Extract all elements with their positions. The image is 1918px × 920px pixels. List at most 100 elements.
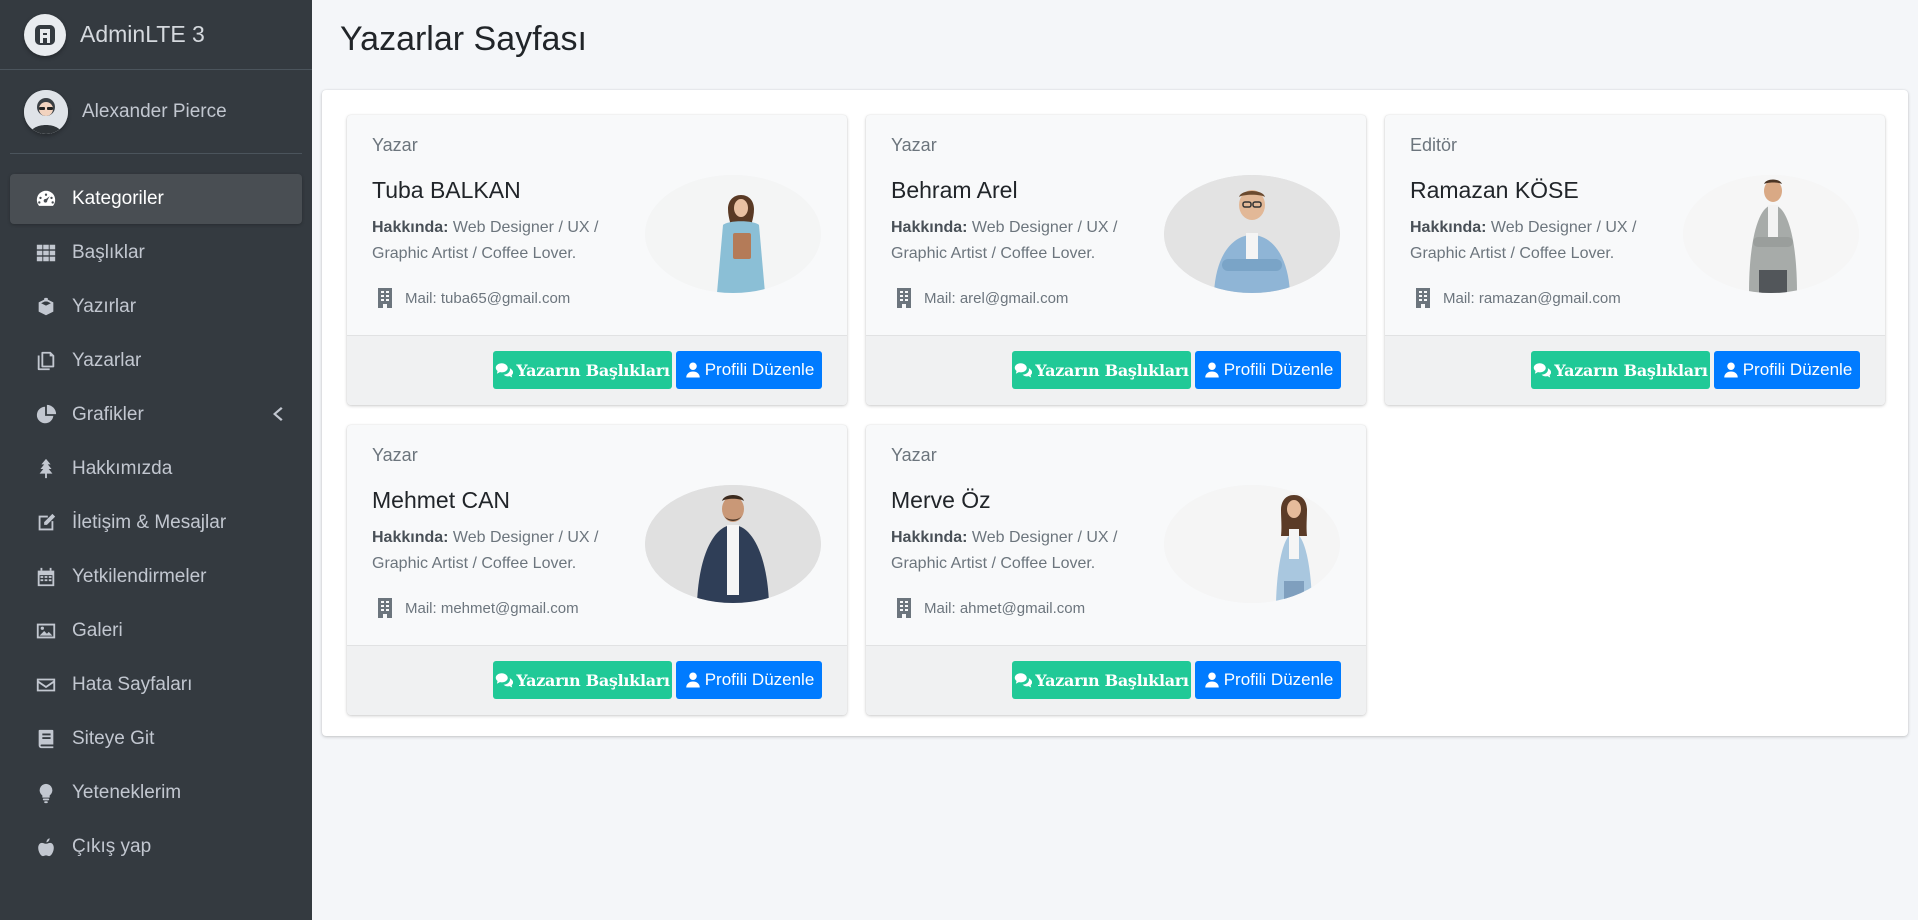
author-about: Hakkında: Web Designer / UX / Graphic Ar… [372,525,622,577]
book-icon [34,727,58,751]
about-label: Hakkında: [891,529,968,546]
sidebar-item-grafikler[interactable]: Grafikler [10,390,302,440]
comments-icon [1015,673,1033,688]
tree-icon [34,457,58,481]
copy-icon [34,349,58,373]
sidebar-item-label: Çıkış yap [72,836,152,857]
author-titles-button[interactable]: Yazarın Başlıkları [1012,351,1191,389]
author-titles-button[interactable]: Yazarın Başlıkları [493,661,672,699]
comments-icon [1534,363,1552,378]
user-icon [1723,362,1738,378]
sidebar-item-label: Galeri [72,620,123,641]
edit-profile-button[interactable]: Profili Düzenle [1195,661,1341,699]
brand-logo-icon [24,13,66,56]
author-photo [645,485,821,603]
edit-profile-button[interactable]: Profili Düzenle [1714,351,1860,389]
sidebar-item-siteye-git[interactable]: Siteye Git [10,714,302,764]
author-mail-text: Mail: arel@gmail.com [924,289,1069,307]
about-label: Hakkında: [372,529,449,546]
user-icon [685,672,700,688]
building-icon [377,597,393,619]
author-about: Hakkında: Web Designer / UX / Graphic Ar… [891,215,1141,267]
author-mail: Mail: ahmet@gmail.com [891,597,1085,619]
author-role: Editör [1410,135,1458,155]
author-mail: Mail: arel@gmail.com [891,287,1068,309]
author-mail-text: Mail: ramazan@gmail.com [1443,289,1621,307]
main-sidebar: AdminLTE 3 Alexander Pierce Kategoriler … [0,0,312,920]
sidebar-item-hakkimizda[interactable]: Hakkımızda [10,444,302,494]
sidebar-item-yetkilendirmeler[interactable]: Yetkilendirmeler [10,552,302,602]
card-footer: Yazarın Başlıkları Profili Düzenle [1385,335,1885,405]
edit-icon [34,511,58,535]
sidebar-item-yazarlar[interactable]: Yazarlar [10,336,302,386]
chevron-left-icon[interactable] [270,405,284,429]
building-icon [896,287,912,309]
author-name: Behram Arel [891,177,1018,203]
author-role: Yazar [372,135,418,155]
sidebar-item-label: Hata Sayfaları [72,674,193,695]
sidebar-item-cikis-yap[interactable]: Çıkış yap [10,822,302,872]
sidebar-item-hata-sayfalari[interactable]: Hata Sayfaları [10,660,302,710]
sidebar-item-label: Yazırlar [72,296,137,317]
author-photo [1164,485,1340,603]
author-mail-text: Mail: tuba65@gmail.com [405,289,571,307]
sidebar-item-yazirlar[interactable]: Yazırlar [10,282,302,332]
author-card: Yazar Merve Öz Hakkında: Web Designer / … [866,425,1366,715]
about-label: Hakkında: [1410,219,1487,236]
sidebar-item-label: Kategoriler [72,188,164,209]
edit-profile-button[interactable]: Profili Düzenle [1195,351,1341,389]
card-footer: Yazarın Başlıkları Profili Düzenle [347,335,847,405]
sidebar-item-basliklar[interactable]: Başlıklar [10,228,302,278]
building-icon [1415,287,1431,309]
sidebar-item-label: Yazarlar [72,350,142,371]
card-footer: Yazarın Başlıkları Profili Düzenle [866,645,1366,715]
box-icon [34,295,58,319]
sidebar-item-label: Yeteneklerim [72,782,182,803]
author-card: Yazar Tuba BALKAN Hakkında: Web Designer… [347,115,847,405]
card-footer: Yazarın Başlıkları Profili Düzenle [347,645,847,715]
user-panel[interactable]: Alexander Pierce [10,70,302,154]
lightbulb-icon [34,781,58,805]
author-about: Hakkında: Web Designer / UX / Graphic Ar… [1410,215,1660,267]
author-photo [1164,175,1340,293]
sidebar-item-yeteneklerim[interactable]: Yeteneklerim [10,768,302,818]
building-icon [896,597,912,619]
user-name[interactable]: Alexander Pierce [82,101,227,123]
author-role: Yazar [891,445,937,465]
author-titles-button[interactable]: Yazarın Başlıkları [1531,351,1710,389]
user-icon [1204,672,1219,688]
card-footer: Yazarın Başlıkları Profili Düzenle [866,335,1366,405]
sidebar-item-label: Siteye Git [72,728,155,749]
edit-profile-button[interactable]: Profili Düzenle [676,661,822,699]
sidebar-item-label: İletişim & Mesajlar [72,512,227,533]
edit-profile-button[interactable]: Profili Düzenle [676,351,822,389]
author-name: Tuba BALKAN [372,177,521,203]
user-icon [685,362,700,378]
sidebar-item-label: Yetkilendirmeler [72,566,207,587]
user-icon [1204,362,1219,378]
author-photo [645,175,821,293]
author-role: Yazar [891,135,937,155]
author-about: Hakkında: Web Designer / UX / Graphic Ar… [372,215,622,267]
comments-icon [1015,363,1033,378]
comments-icon [496,673,514,688]
sidebar-item-kategoriler[interactable]: Kategoriler [10,174,302,224]
author-role: Yazar [372,445,418,465]
author-card: Yazar Behram Arel Hakkında: Web Designer… [866,115,1366,405]
pie-chart-icon [34,403,58,427]
sidebar-item-label: Grafikler [72,404,144,425]
authors-panel: Yazar Tuba BALKAN Hakkında: Web Designer… [322,90,1908,736]
apple-icon [34,835,58,859]
author-card: Editör Ramazan KÖSE Hakkında: Web Design… [1385,115,1885,405]
author-mail: Mail: mehmet@gmail.com [372,597,579,619]
comments-icon [496,363,514,378]
brand-link[interactable]: AdminLTE 3 [0,0,312,70]
author-photo [1683,175,1859,293]
calendar-icon [34,565,58,589]
author-mail: Mail: ramazan@gmail.com [1410,287,1621,309]
author-titles-button[interactable]: Yazarın Başlıkları [493,351,672,389]
sidebar-item-iletisim[interactable]: İletişim & Mesajlar [10,498,302,548]
sidebar-item-galeri[interactable]: Galeri [10,606,302,656]
sidebar-item-label: Başlıklar [72,242,145,263]
author-titles-button[interactable]: Yazarın Başlıkları [1012,661,1191,699]
